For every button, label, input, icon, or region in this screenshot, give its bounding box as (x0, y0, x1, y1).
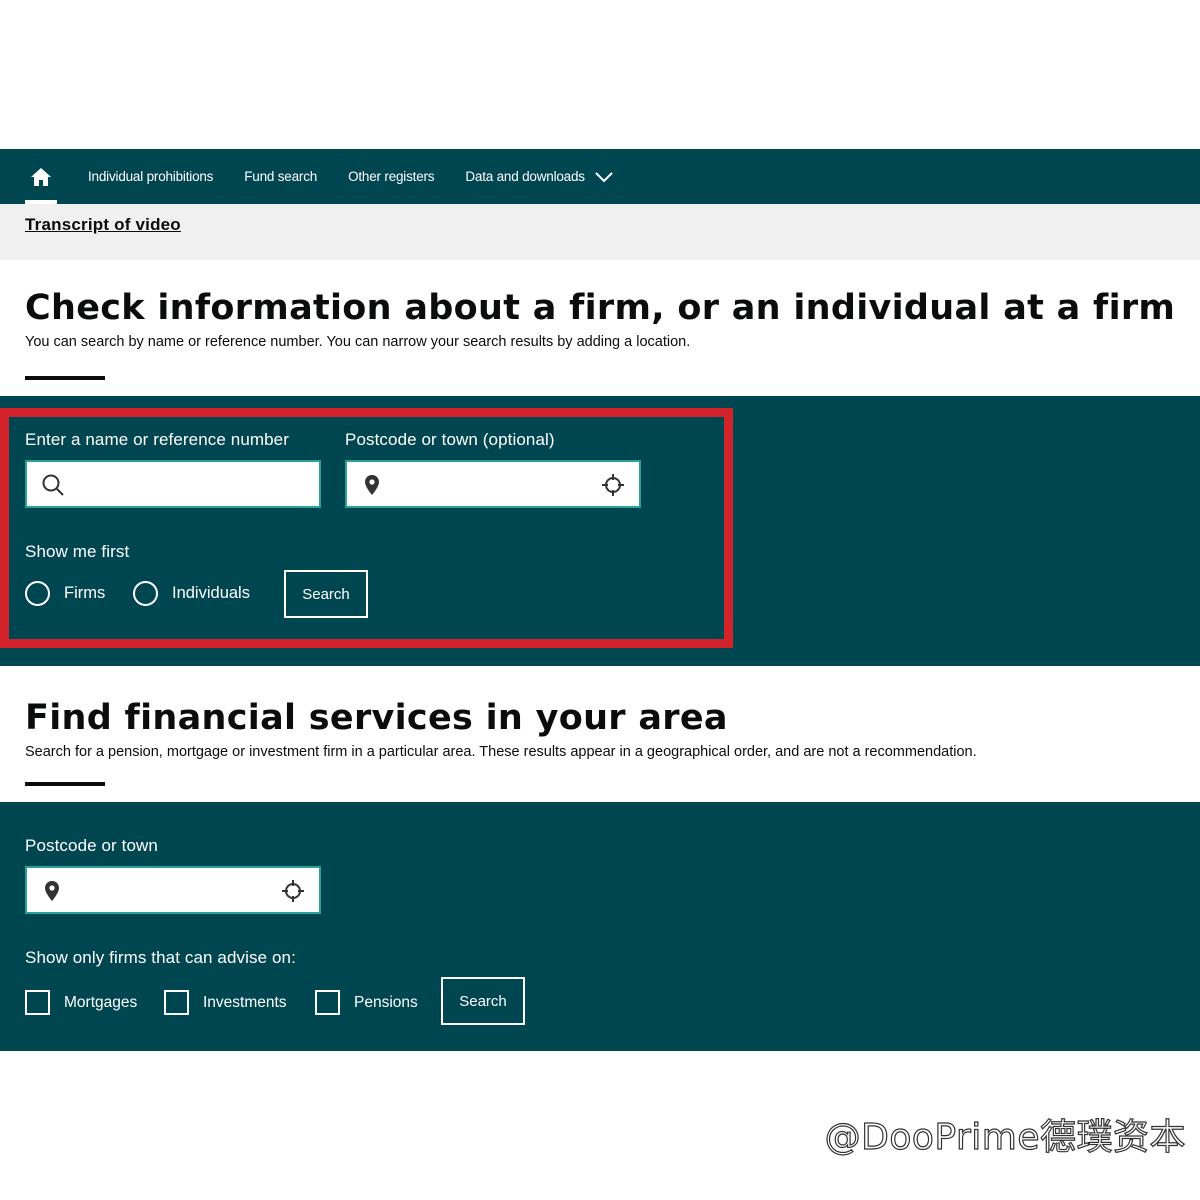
watermark-text: @DooPrime德璞资本 (824, 1116, 1186, 1158)
map-pin-icon (361, 473, 383, 502)
radio-button[interactable] (25, 581, 50, 606)
transcript-link[interactable]: Transcript of video (25, 215, 181, 234)
page-title: Check information about a firm, or an in… (25, 288, 1176, 328)
transcript-strip: Transcript of video (0, 204, 1200, 260)
firm-search-intro: Check information about a firm, or an in… (0, 260, 1200, 396)
locate-me-icon[interactable] (281, 879, 305, 908)
checkbox-label: Pensions (354, 993, 418, 1011)
nav-item-other-registers[interactable]: Other registers (348, 169, 434, 184)
postcode-input[interactable] (25, 866, 321, 914)
location-field-label: Postcode or town (optional) (345, 430, 555, 449)
search-icon (41, 473, 65, 502)
locate-me-icon[interactable] (601, 473, 625, 502)
checkbox-pensions[interactable]: Pensions (315, 990, 418, 1015)
location-input[interactable] (345, 460, 641, 508)
firm-search-panel: Enter a name or reference number Postcod… (0, 396, 1200, 666)
advise-filter-label: Show only firms that can advise on: (25, 948, 296, 967)
nav-item-label: Individual prohibitions (88, 169, 214, 184)
section-divider (25, 782, 105, 786)
firm-search-button[interactable]: Search (284, 570, 368, 618)
top-blank-area (0, 0, 1200, 149)
map-pin-icon (41, 879, 63, 908)
section-subtitle: Search for a pension, mortgage or invest… (25, 744, 977, 760)
postcode-field-label: Postcode or town (25, 836, 158, 855)
checkbox[interactable] (164, 990, 189, 1015)
nav-item-label: Fund search (244, 169, 318, 184)
name-field-label: Enter a name or reference number (25, 430, 290, 449)
radio-label: Individuals (172, 584, 250, 602)
chevron-down-icon (595, 171, 613, 183)
section-title: Find financial services in your area (25, 698, 728, 738)
name-search-input[interactable] (25, 460, 321, 508)
main-nav: Individual prohibitions Fund search Othe… (0, 149, 1200, 204)
checkbox-mortgages[interactable]: Mortgages (25, 990, 137, 1015)
show-first-label: Show me first (25, 542, 130, 561)
radio-individuals[interactable]: Individuals (133, 581, 250, 606)
page-subtitle: You can search by name or reference numb… (25, 334, 691, 350)
checkbox-label: Investments (203, 993, 287, 1011)
checkbox[interactable] (315, 990, 340, 1015)
radio-button[interactable] (133, 581, 158, 606)
radio-label: Firms (64, 584, 106, 602)
area-search-panel: Postcode or town Show only firms that ca… (0, 802, 1200, 1051)
nav-item-fund-search[interactable]: Fund search (244, 169, 317, 184)
nav-item-individual-prohibitions[interactable]: Individual prohibitions (88, 169, 213, 184)
area-search-intro: Find financial services in your area Sea… (0, 666, 1200, 802)
home-icon (31, 167, 51, 186)
radio-firms[interactable]: Firms (25, 581, 105, 606)
nav-item-label: Data and downloads (465, 169, 585, 184)
home-link[interactable] (25, 149, 57, 204)
area-search-button[interactable]: Search (441, 977, 525, 1025)
checkbox-label: Mortgages (64, 993, 138, 1011)
checkbox[interactable] (25, 990, 50, 1015)
nav-item-label: Other registers (348, 169, 435, 184)
nav-item-data-and-downloads[interactable]: Data and downloads (465, 169, 613, 184)
section-divider (25, 376, 105, 380)
checkbox-investments[interactable]: Investments (164, 990, 287, 1015)
